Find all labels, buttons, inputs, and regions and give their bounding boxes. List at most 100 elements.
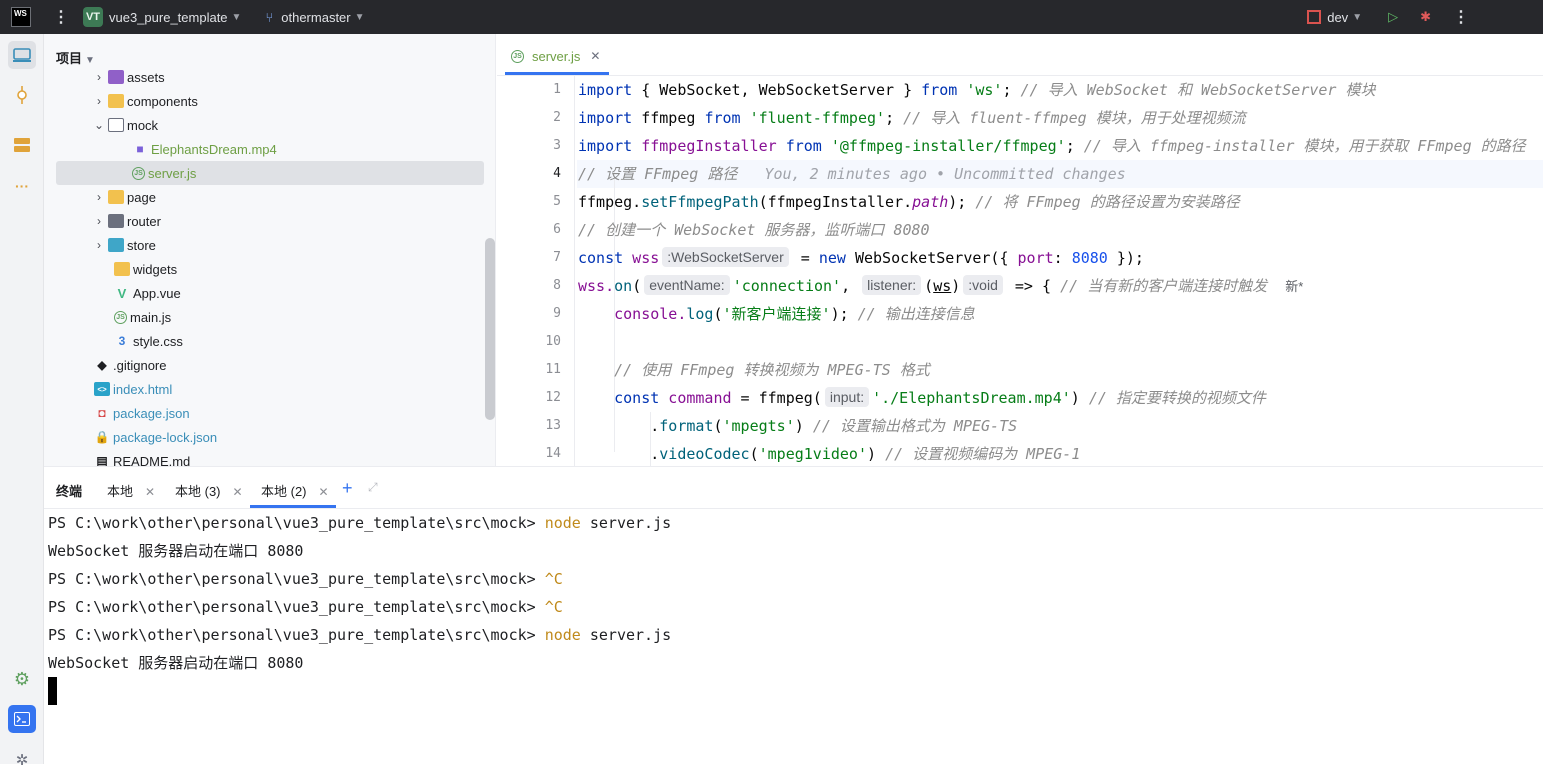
close-icon[interactable]: ✕: [145, 485, 155, 499]
tree-item-server-js[interactable]: JS server.js: [56, 161, 484, 185]
terminal-line: WebSocket 服务器启动在端口 8080: [48, 654, 304, 672]
close-icon[interactable]: ✕: [233, 485, 243, 499]
terminal-panel: 终端 本地 ✕ 本地 (3) ✕ 本地 (2) ✕ + ⤢ PS C:\work\ot…: [44, 466, 1543, 764]
line-number: 8: [553, 278, 561, 293]
close-icon[interactable]: ✕: [590, 49, 600, 63]
close-icon[interactable]: ✕: [319, 485, 329, 499]
line-number: 5: [553, 194, 561, 209]
tree-item-main-js[interactable]: JS main.js: [44, 305, 495, 329]
tree-item-readme[interactable]: ▤ README.md: [44, 449, 495, 467]
chevron-down-icon: ▼: [354, 11, 365, 23]
tree-item-index-html[interactable]: <> index.html: [44, 377, 495, 401]
branch-name: othermaster: [281, 9, 351, 25]
terminal-tab-local-3[interactable]: 本地 (3) ✕: [175, 481, 243, 500]
html-file-icon: <>: [94, 382, 110, 396]
project-tool-icon[interactable]: [8, 41, 36, 69]
commit-tool-icon[interactable]: [8, 81, 36, 109]
chevron-right-icon[interactable]: ›: [92, 190, 106, 204]
branch-switcher[interactable]: ⑂ othermaster ▼: [265, 10, 364, 25]
tree-item-label: README.md: [113, 453, 191, 467]
line-number: 12: [545, 390, 561, 405]
project-scrollbar[interactable]: [485, 238, 495, 420]
code-editor: JS server.js ✕ 1 2 3 4 5 6 7 8 9 10 11 1…: [497, 34, 1543, 466]
tree-item-gitignore[interactable]: ◆ .gitignore: [44, 353, 495, 377]
new-code-marker[interactable]: 新*: [1285, 279, 1303, 294]
main-menu-icon[interactable]: ⋮: [53, 7, 69, 27]
code-line: .videoCodec('mpeg1video') // 设置视频编码为 MPE…: [578, 445, 1081, 463]
line-number: 10: [545, 334, 561, 349]
problems-bug-icon[interactable]: ✲: [8, 746, 36, 774]
line-number: 13: [545, 418, 561, 433]
line-number: 9: [553, 306, 561, 321]
folder-open-icon: [108, 118, 124, 132]
tree-item-components[interactable]: › components: [44, 89, 495, 113]
npm-icon: ◘: [98, 406, 106, 420]
tree-item-label: page: [127, 189, 156, 205]
type-hint: :void: [963, 275, 1003, 295]
terminal-tab-bar: 终端 本地 ✕ 本地 (3) ✕ 本地 (2) ✕ + ⤢: [44, 467, 1543, 509]
run-config-selector[interactable]: dev: [1327, 10, 1348, 25]
tree-item-style-css[interactable]: 3 style.css: [44, 329, 495, 353]
code-line: wss.on(eventName:'connection', listener:…: [578, 275, 1304, 295]
tree-item-package-json[interactable]: ◘ package.json: [44, 401, 495, 425]
chevron-right-icon[interactable]: ›: [92, 214, 106, 228]
code-line: .format('mpegts') // 设置输出格式为 MPEG-TS: [578, 417, 1018, 435]
type-hint: :WebSocketServer: [662, 247, 789, 267]
tree-item-package-lock[interactable]: 🔒 package-lock.json: [44, 425, 495, 449]
title-bar: WS ⋮ VT vue3_pure_template ▼ ⑂ othermast…: [0, 0, 1543, 34]
tree-item-label: index.html: [113, 381, 173, 397]
new-terminal-plus-icon[interactable]: +: [342, 478, 353, 499]
chevron-down-icon[interactable]: ⌄: [92, 118, 106, 132]
terminal-line: PS C:\work\other\personal\vue3_pure_temp…: [48, 570, 563, 588]
services-gear-icon[interactable]: ⚙: [8, 665, 36, 693]
tree-item-store[interactable]: › store: [44, 233, 495, 257]
terminal-line: WebSocket 服务器启动在端口 8080: [48, 542, 304, 560]
chevron-right-icon[interactable]: ›: [92, 94, 106, 108]
code-line: // 使用 FFmpeg 转换视频为 MPEG-TS 格式: [578, 361, 930, 379]
terminal-cursor[interactable]: [48, 677, 57, 705]
chevron-right-icon[interactable]: ›: [92, 238, 106, 252]
run-icon[interactable]: ▷: [1388, 9, 1398, 25]
line-number: 4: [553, 166, 561, 181]
tree-item-router[interactable]: › router: [44, 209, 495, 233]
tree-item-label: mock: [127, 117, 159, 133]
markdown-icon: ▤: [96, 454, 108, 466]
line-number: 11: [545, 362, 561, 377]
terminal-tab-local[interactable]: 本地 ✕: [107, 481, 155, 500]
terminal-tab-local-2[interactable]: 本地 (2) ✕: [261, 481, 329, 500]
tree-item-label: main.js: [130, 309, 172, 325]
terminal-tool-icon[interactable]: [8, 705, 36, 733]
tree-item-elephantsdream[interactable]: ■ ElephantsDream.mp4: [44, 137, 495, 161]
lock-icon: 🔒: [94, 430, 110, 444]
js-file-icon: JS: [114, 310, 127, 324]
more-actions-icon[interactable]: ⋮: [1453, 7, 1469, 27]
param-hint: input:: [824, 387, 870, 407]
code-area[interactable]: import { WebSocket, WebSocketServer } fr…: [577, 76, 1543, 466]
project-switcher[interactable]: VT vue3_pure_template ▼: [83, 7, 241, 27]
chevron-down-icon[interactable]: ▼: [1352, 12, 1362, 23]
code-line: import { WebSocket, WebSocketServer } fr…: [578, 81, 1376, 99]
webstorm-logo-icon[interactable]: WS: [11, 7, 31, 27]
project-badge: VT: [83, 7, 103, 27]
more-tools-icon[interactable]: ···: [8, 172, 36, 200]
tree-item-label: .gitignore: [113, 357, 167, 373]
debug-icon[interactable]: ✱: [1420, 9, 1431, 25]
line-number: 3: [553, 138, 561, 153]
folder-purple-icon: [108, 70, 124, 84]
chevron-right-icon[interactable]: ›: [92, 70, 106, 84]
tree-item-mock[interactable]: ⌄ mock: [44, 113, 495, 137]
tree-item-label: style.css: [133, 333, 183, 349]
expand-icon[interactable]: ⤢: [368, 480, 378, 495]
terminal-tab-label: 本地 (2): [261, 484, 307, 499]
code-line: ffmpeg.setFfmpegPath(ffmpegInstaller.pat…: [578, 193, 1240, 211]
structure-tool-icon[interactable]: [8, 131, 36, 159]
git-branch-icon: ⑂: [265, 9, 274, 25]
tree-item-widgets[interactable]: widgets: [44, 257, 495, 281]
tree-item-assets[interactable]: › assets: [44, 65, 495, 89]
editor-tab-server-js[interactable]: JS server.js ✕: [509, 44, 600, 68]
tree-item-app-vue[interactable]: V App.vue: [44, 281, 495, 305]
code-line: const wss:WebSocketServer = new WebSocke…: [578, 247, 1144, 267]
tree-item-page[interactable]: › page: [44, 185, 495, 209]
tree-item-label: ElephantsDream.mp4: [151, 141, 277, 157]
vue-file-icon: V: [117, 285, 127, 301]
